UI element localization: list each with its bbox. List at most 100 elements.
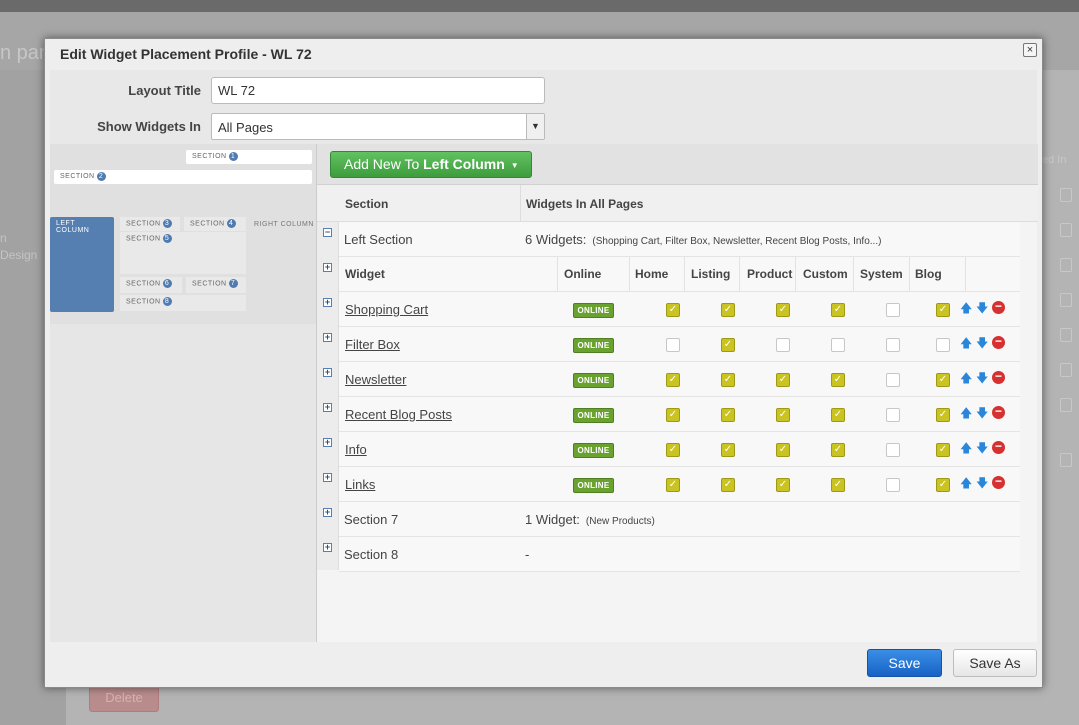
widget-name-link[interactable]: Links [345,467,375,502]
online-status-badge[interactable]: ONLINE [573,443,614,458]
section-row-left[interactable]: Left Section 6 Widgets: (Shopping Cart, F… [339,222,1020,257]
expand-icon[interactable]: + [323,508,332,517]
online-status-badge[interactable]: ONLINE [573,408,614,423]
page-checkbox[interactable]: ✓ [831,373,845,387]
page-checkbox[interactable]: ✓ [721,373,735,387]
page-checkbox[interactable]: ✓ [776,478,790,492]
page-checkbox[interactable]: ✓ [666,443,680,457]
arrow-down-icon[interactable]: 🡇 [976,371,988,385]
page-checkbox[interactable]: ✓ [721,408,735,422]
expand-icon[interactable]: + [323,298,332,307]
save-as-button[interactable]: Save As [953,649,1037,677]
page-checkbox[interactable]: ✓ [666,408,680,422]
expand-icon[interactable]: + [323,368,332,377]
page-checkbox[interactable] [886,443,900,457]
diagram-section-1[interactable]: SECTION 1 [186,150,312,164]
page-checkbox[interactable]: ✓ [721,443,735,457]
diagram-section-5[interactable]: SECTION 5 [120,232,246,274]
arrow-up-icon[interactable]: 🡅 [960,301,972,315]
diagram-section-3[interactable]: SECTION 3 [120,217,180,231]
page-checkbox[interactable]: ✓ [776,443,790,457]
page-checkbox[interactable]: ✓ [721,338,735,352]
expand-icon[interactable]: + [323,263,332,272]
arrow-down-icon[interactable]: 🡇 [976,301,988,315]
expand-icon[interactable]: + [323,473,332,482]
section-row-7[interactable]: Section 7 1 Widget: (New Products) [339,502,1020,537]
diagram-section-2[interactable]: SECTION 2 [54,170,312,184]
collapse-icon[interactable]: − [323,228,332,237]
expand-icon[interactable]: + [323,543,332,552]
page-checkbox[interactable] [666,338,680,352]
remove-icon[interactable]: − [992,440,1005,454]
document-icon [1060,258,1072,272]
diagram-section-4[interactable]: SECTION 4 [184,217,246,231]
remove-icon[interactable]: − [992,335,1005,349]
page-checkbox[interactable] [886,408,900,422]
arrow-up-icon[interactable]: 🡅 [960,406,972,420]
widget-name-link[interactable]: Recent Blog Posts [345,397,452,432]
online-status-badge[interactable]: ONLINE [573,478,614,493]
show-widgets-select[interactable]: All Pages ▼ [211,113,545,140]
page-checkbox[interactable]: ✓ [936,373,950,387]
section-name: Left Section [344,232,413,247]
document-icon [1060,188,1072,202]
page-checkbox[interactable]: ✓ [936,408,950,422]
remove-icon[interactable]: − [992,370,1005,384]
page-checkbox[interactable] [886,478,900,492]
page-checkbox[interactable]: ✓ [666,478,680,492]
remove-icon[interactable]: − [992,475,1005,489]
remove-icon[interactable]: − [992,300,1005,314]
arrow-up-icon[interactable]: 🡅 [960,441,972,455]
page-checkbox[interactable]: ✓ [936,478,950,492]
widget-name-link[interactable]: Shopping Cart [345,292,428,327]
section-row-8[interactable]: Section 8 - [339,537,1020,572]
page-checkbox[interactable]: ✓ [776,303,790,317]
widget-name-link[interactable]: Newsletter [345,362,406,397]
arrow-up-icon[interactable]: 🡅 [960,476,972,490]
arrow-up-icon[interactable]: 🡅 [960,336,972,350]
online-status-badge[interactable]: ONLINE [573,373,614,388]
page-checkbox[interactable]: ✓ [831,478,845,492]
page-checkbox[interactable]: ✓ [831,408,845,422]
column-system: System [860,267,903,281]
page-checkbox[interactable]: ✓ [666,373,680,387]
page-checkbox[interactable]: ✓ [936,443,950,457]
page-checkbox[interactable] [831,338,845,352]
page-checkbox[interactable]: ✓ [831,303,845,317]
remove-icon[interactable]: − [992,405,1005,419]
arrow-down-icon[interactable]: 🡇 [976,336,988,350]
diagram-section-7[interactable]: SECTION 7 [186,277,246,293]
page-checkbox[interactable] [936,338,950,352]
background-topbar [0,0,1079,12]
expand-icon[interactable]: + [323,403,332,412]
page-checkbox[interactable]: ✓ [721,303,735,317]
page-checkbox[interactable]: ✓ [666,303,680,317]
diagram-right-column[interactable]: RIGHT COLUMN [254,221,314,228]
online-status-badge[interactable]: ONLINE [573,303,614,318]
widget-name-link[interactable]: Filter Box [345,327,400,362]
close-icon[interactable]: × [1023,43,1037,57]
page-checkbox[interactable]: ✓ [776,408,790,422]
arrow-up-icon[interactable]: 🡅 [960,371,972,385]
page-checkbox[interactable] [886,338,900,352]
arrow-down-icon[interactable]: 🡇 [976,406,988,420]
widget-name-link[interactable]: Info [345,432,367,467]
page-checkbox[interactable]: ✓ [776,373,790,387]
diagram-section-6[interactable]: SECTION 6 [120,277,182,293]
page-checkbox[interactable]: ✓ [831,443,845,457]
arrow-down-icon[interactable]: 🡇 [976,476,988,490]
arrow-down-icon[interactable]: 🡇 [976,441,988,455]
layout-title-input[interactable] [211,77,545,104]
expand-icon[interactable]: + [323,438,332,447]
page-checkbox[interactable] [886,373,900,387]
page-checkbox[interactable] [886,303,900,317]
diagram-left-column[interactable]: LEFT COLUMN [50,217,114,312]
online-status-badge[interactable]: ONLINE [573,338,614,353]
page-checkbox[interactable]: ✓ [721,478,735,492]
page-checkbox[interactable] [776,338,790,352]
save-button[interactable]: Save [867,649,942,677]
add-new-widget-button[interactable]: Add New To Left Column ▼ [330,151,532,178]
expand-icon[interactable]: + [323,333,332,342]
diagram-section-8[interactable]: SECTION 8 [120,295,246,311]
page-checkbox[interactable]: ✓ [936,303,950,317]
